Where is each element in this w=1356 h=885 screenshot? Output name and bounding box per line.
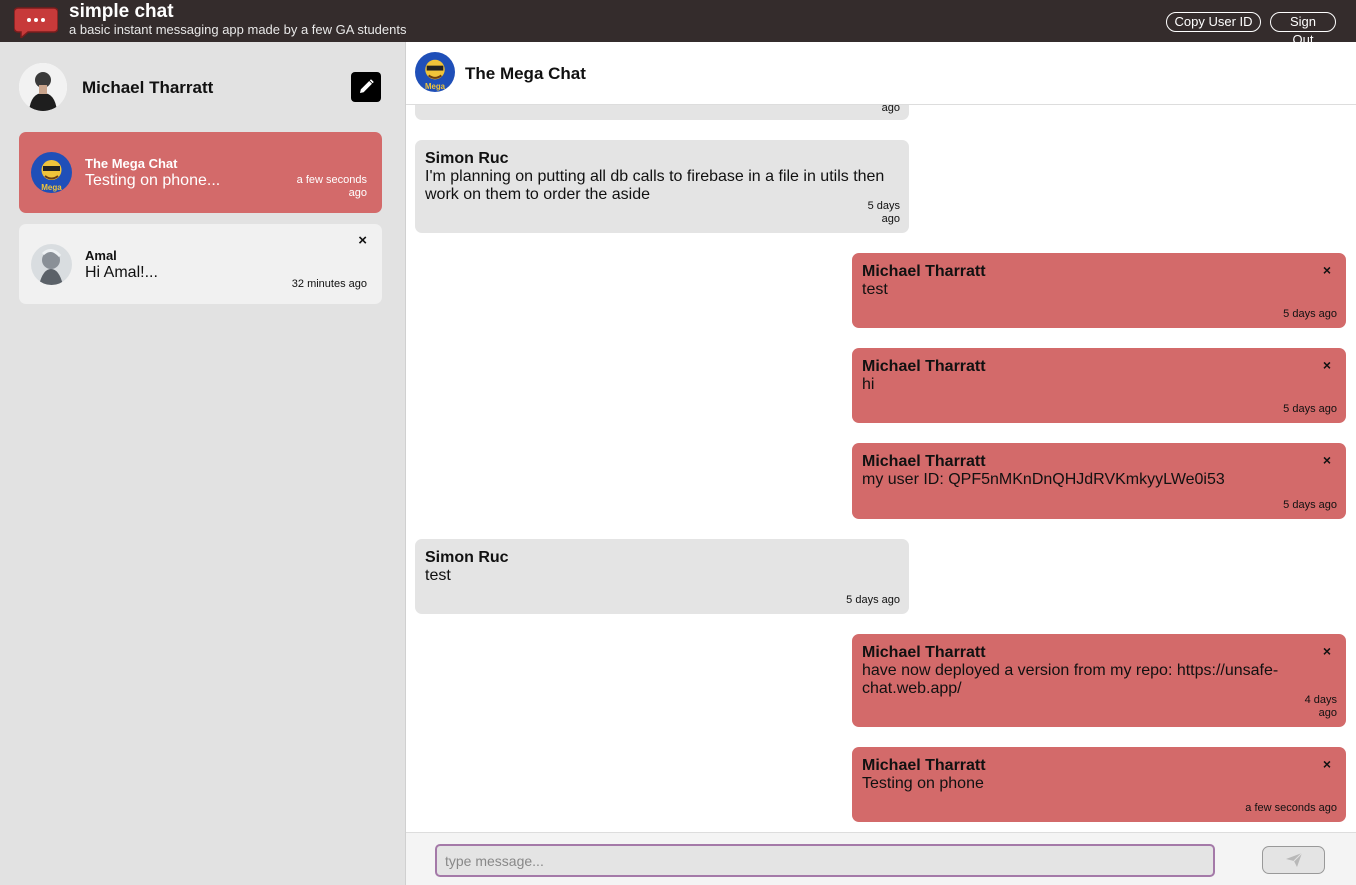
conversation-avatar <box>31 244 72 285</box>
message-sender: Michael Tharratt <box>862 358 986 375</box>
message-time: ago <box>881 105 900 114</box>
conversation-time: 32 minutes ago <box>291 278 367 290</box>
app-header: simple chat a basic instant messaging ap… <box>0 0 1356 47</box>
message-time: 4 days ago <box>1304 694 1337 719</box>
message-text: I'm planning on putting all db calls to … <box>425 168 885 203</box>
message-bubble: Simon Ruc test 5 days ago <box>415 539 909 614</box>
message-text: hi <box>862 376 875 393</box>
app-subtitle: a basic instant messaging app made by a … <box>69 22 407 37</box>
delete-message-icon[interactable]: × <box>1323 357 1331 373</box>
profile-name: Michael Tharratt <box>82 78 214 97</box>
delete-message-icon[interactable]: × <box>1323 262 1331 278</box>
message-sender: Michael Tharratt <box>862 263 986 280</box>
message-bubble: Michael Tharratt have now deployed a ver… <box>852 634 1346 727</box>
pencil-icon <box>360 79 374 93</box>
chat-avatar: Mega <box>415 52 455 92</box>
conversation-preview: Hi Amal!... <box>85 264 158 281</box>
svg-text:Mega: Mega <box>41 183 62 192</box>
compose-bar <box>406 832 1356 885</box>
message-bubble: Michael Tharratt Testing on phone × a fe… <box>852 747 1346 822</box>
conversation-name: Amal <box>85 248 117 263</box>
message-text: test <box>425 567 451 584</box>
message-bubble: Michael Tharratt test × 5 days ago <box>852 253 1346 328</box>
message-bubble-partial: ago <box>415 105 909 120</box>
message-list[interactable]: ago Simon Ruc I'm planning on putting al… <box>406 105 1356 832</box>
new-chat-button[interactable] <box>351 72 381 102</box>
message-sender: Simon Ruc <box>425 150 509 167</box>
conversation-name: The Mega Chat <box>85 156 178 171</box>
close-icon[interactable]: × <box>358 232 367 249</box>
message-text: test <box>862 281 888 298</box>
delete-message-icon[interactable]: × <box>1323 452 1331 468</box>
chat-title: The Mega Chat <box>465 64 586 83</box>
conversation-preview: Testing on phone... <box>85 172 221 189</box>
message-text: have now deployed a version from my repo… <box>862 662 1279 697</box>
message-sender: Michael Tharratt <box>862 453 986 470</box>
send-button[interactable] <box>1262 846 1325 874</box>
conversation-item-amal[interactable]: Amal Hi Amal!... × 32 minutes ago <box>19 224 382 304</box>
delete-message-icon[interactable]: × <box>1323 643 1331 659</box>
app-title: simple chat <box>69 1 174 22</box>
chat-logo-icon <box>14 7 58 38</box>
conversation-item-mega-chat[interactable]: Mega The Mega Chat Testing on phone... a… <box>19 132 382 213</box>
message-input[interactable] <box>435 844 1215 877</box>
sidebar: Michael Tharratt Mega The Mega Chat Test… <box>0 42 406 885</box>
message-time: 5 days ago <box>867 200 900 225</box>
message-text: Testing on phone <box>862 775 984 792</box>
conversation-time: a few seconds ago <box>296 174 367 199</box>
sign-out-button[interactable]: Sign Out <box>1270 12 1336 47</box>
message-bubble: Simon Ruc I'm planning on putting all db… <box>415 140 909 233</box>
send-icon <box>1285 852 1302 867</box>
message-time: 5 days ago <box>846 594 900 606</box>
message-time: 5 days ago <box>1283 403 1337 415</box>
conversation-avatar: Mega <box>31 152 72 193</box>
avatar <box>19 63 67 111</box>
message-bubble: Michael Tharratt my user ID: QPF5nMKnDnQ… <box>852 443 1346 519</box>
message-sender: Simon Ruc <box>425 549 509 566</box>
svg-text:Mega: Mega <box>425 82 446 91</box>
message-time: 5 days ago <box>1283 499 1337 511</box>
message-time: 5 days ago <box>1283 308 1337 320</box>
copy-user-id-button[interactable]: Copy User ID <box>1166 12 1261 32</box>
chat-header: Mega The Mega Chat <box>406 42 1356 105</box>
delete-message-icon[interactable]: × <box>1323 756 1331 772</box>
message-text: my user ID: QPF5nMKnDnQHJdRVKmkyyLWe0i53 <box>862 471 1225 488</box>
message-bubble: Michael Tharratt hi × 5 days ago <box>852 348 1346 423</box>
message-time: a few seconds ago <box>1245 802 1337 814</box>
message-sender: Michael Tharratt <box>862 757 986 774</box>
message-sender: Michael Tharratt <box>862 644 986 661</box>
